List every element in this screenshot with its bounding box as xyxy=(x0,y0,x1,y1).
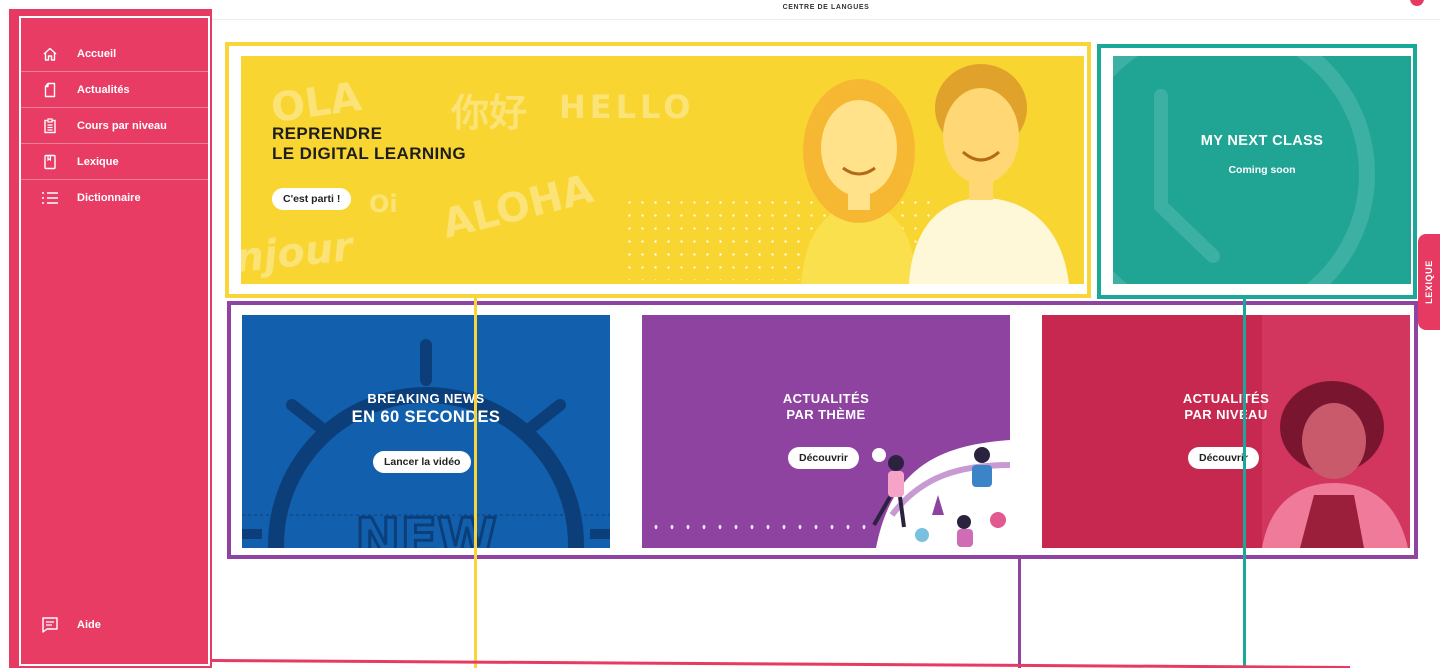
social-media-illustration xyxy=(872,440,1010,548)
sidebar-item-label: Dictionnaire xyxy=(77,192,141,204)
clipboard-icon xyxy=(41,117,59,135)
card-line1: BREAKING NEWS xyxy=(367,391,485,406)
sidebar: Accueil Actualités Cours par niveau Lexi… xyxy=(9,9,212,668)
sidebar-connector-line xyxy=(211,659,1350,668)
card-line2: EN 60 SECONDES xyxy=(351,408,501,426)
sidebar-item-dictionnaire[interactable]: Dictionnaire xyxy=(21,180,208,216)
lexique-side-tab-label: LEXIQUE xyxy=(1424,260,1434,304)
sidebar-item-accueil[interactable]: Accueil xyxy=(21,36,208,72)
sidebar-item-lexique[interactable]: Lexique xyxy=(21,144,208,180)
list-icon xyxy=(41,189,59,207)
help-label: Aide xyxy=(77,619,101,631)
news-timer-illustration: NEW xyxy=(242,339,610,548)
next-class-subtitle: Coming soon xyxy=(1228,164,1296,176)
app-root: CENTRE DE LANGUES Accueil Actualités Cou… xyxy=(0,0,1440,668)
hero-title-line1: REPRENDRE xyxy=(272,124,383,143)
news-by-theme-title: ACTUALITÉS PAR THÈME xyxy=(642,391,1010,423)
sidebar-item-label: Accueil xyxy=(77,47,117,60)
sidebar-menu: Accueil Actualités Cours par niveau Lexi… xyxy=(21,36,208,216)
next-class-card[interactable]: MY NEXT CLASS Coming soon xyxy=(1113,56,1411,284)
sidebar-item-actualites[interactable]: Actualités xyxy=(21,72,208,108)
thumbs-up-icon xyxy=(872,448,886,462)
breaking-news-card[interactable]: NEW BREAKING NEWS EN 60 SECONDES Lancer … xyxy=(242,315,610,548)
news-by-level-card[interactable]: ACTUALITÉS PAR NIVEAU Découvrir xyxy=(1042,315,1410,548)
card-line1: ACTUALITÉS xyxy=(1182,391,1270,406)
hero-banner[interactable]: OLA 你好 HELLO ALOHA Oi njour REPRENDRE LE… xyxy=(241,56,1084,284)
news-by-level-title: ACTUALITÉS PAR NIVEAU xyxy=(1042,391,1410,423)
card-line2: PAR THÈME xyxy=(786,407,866,422)
notebook-icon xyxy=(41,153,59,171)
cards-connector-line xyxy=(1018,559,1021,668)
sidebar-item-label: Lexique xyxy=(77,155,119,168)
sidebar-item-label: Actualités xyxy=(77,83,130,96)
help-link[interactable]: Aide xyxy=(41,616,101,634)
brand-title: CENTRE DE LANGUES xyxy=(782,4,870,11)
document-icon xyxy=(41,81,59,99)
lexique-side-tab[interactable]: LEXIQUE xyxy=(1418,234,1440,330)
discover-level-button[interactable]: Découvrir xyxy=(1188,447,1260,469)
breaking-news-title: BREAKING NEWS EN 60 SECONDES xyxy=(242,391,610,427)
discover-theme-button[interactable]: Découvrir xyxy=(788,447,860,469)
hero-title-line2: LE DIGITAL LEARNING xyxy=(272,144,466,163)
sidebar-item-cours-par-niveau[interactable]: Cours par niveau xyxy=(21,108,208,144)
home-icon xyxy=(41,45,59,63)
launch-video-button[interactable]: Lancer la vidéo xyxy=(373,451,472,473)
news-by-theme-card[interactable]: ACTUALITÉS PAR THÈME Découvrir xyxy=(642,315,1010,548)
chat-icon xyxy=(41,616,59,634)
dots-pattern xyxy=(648,515,874,545)
sidebar-panel: Accueil Actualités Cours par niveau Lexi… xyxy=(19,16,210,666)
top-header: CENTRE DE LANGUES xyxy=(212,0,1440,20)
card-line2: PAR NIVEAU xyxy=(1184,407,1268,422)
next-class-title: MY NEXT CLASS xyxy=(1200,133,1324,149)
hero-people-illustration xyxy=(801,64,1069,284)
woman-photo xyxy=(1262,315,1410,548)
sidebar-item-label: Cours par niveau xyxy=(77,119,167,132)
card-line1: ACTUALITÉS xyxy=(782,391,870,406)
hero-start-button[interactable]: C'est parti ! xyxy=(272,188,352,210)
hero-connector-line xyxy=(474,298,477,668)
next-class-connector-line xyxy=(1243,299,1246,668)
hero-title: REPRENDRE LE DIGITAL LEARNING xyxy=(272,124,466,164)
